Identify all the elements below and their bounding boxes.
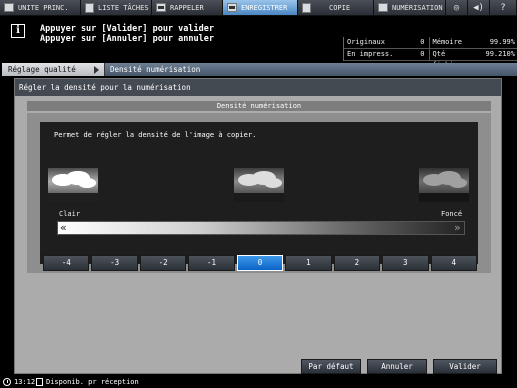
tab-label: ENREGISTRER xyxy=(241,3,288,12)
tab-label: UNITE PRINC. xyxy=(18,3,69,12)
level-button-2[interactable]: 2 xyxy=(333,255,381,271)
level-button-1[interactable]: 1 xyxy=(285,255,332,271)
reception-status: Disponib. pr réception xyxy=(46,378,139,386)
level-button-minus-4[interactable]: -4 xyxy=(43,255,90,271)
status-time: 13:12 xyxy=(14,378,36,386)
tab-unite-princ[interactable]: UNITE PRINC. xyxy=(0,0,81,16)
tab-label: LISTE TÂCHES xyxy=(98,3,149,12)
tab-copie[interactable]: COPIE xyxy=(298,0,374,16)
breadcrumb-arrow-icon xyxy=(94,66,99,74)
density-gradient-bar: « » xyxy=(57,221,465,235)
originals-label: Originaux xyxy=(347,38,385,46)
memory-label: Mémoire xyxy=(432,38,463,46)
dark-label: Foncé xyxy=(441,210,463,218)
light-preview-image xyxy=(48,168,98,202)
level-button-minus-3[interactable]: -3 xyxy=(91,255,138,271)
tab-label: COPIE xyxy=(329,3,351,12)
validate-button[interactable]: Valider xyxy=(433,359,497,374)
status-bar: 13:12 Disponib. pr réception xyxy=(0,376,517,388)
file-quantity-value: 99.210% xyxy=(485,50,515,58)
level-button-0[interactable]: 0 xyxy=(236,255,284,271)
register-icon xyxy=(227,3,237,12)
top-tab-bar: UNITE PRINC. LISTE TÂCHES RAPPELER ENREG… xyxy=(0,0,517,16)
globe-icon: ◎ xyxy=(453,2,460,13)
chevron-left-icon: « xyxy=(60,221,67,234)
tab-rappeler[interactable]: RAPPELER xyxy=(152,0,223,16)
tab-enregistrer[interactable]: ENREGISTRER xyxy=(223,0,298,16)
recall-icon xyxy=(156,3,166,12)
message-area: i Appuyer sur [Valider] pour valider App… xyxy=(0,17,343,63)
message-line-1: Appuyer sur [Valider] pour valider xyxy=(40,24,214,34)
tab-label: RAPPELER xyxy=(170,3,204,12)
cancel-button[interactable]: Annuler xyxy=(367,359,427,374)
message-line-2: Appuyer sur [Annuler] pour annuler xyxy=(40,34,214,44)
breadcrumb: Réglage qualité Densité numérisation xyxy=(0,63,517,77)
file-quantity-label: Qté fichier xyxy=(432,50,463,69)
job-list-icon xyxy=(85,2,94,13)
density-preview-area: Permet de régler la densité de l'image à… xyxy=(40,122,478,264)
volume-button[interactable]: ◀) xyxy=(468,0,490,16)
breadcrumb-parent[interactable]: Réglage qualité xyxy=(2,63,104,76)
chevron-right-icon: » xyxy=(454,221,461,234)
panel-title: Régler la densité pour la numérisation xyxy=(15,79,501,96)
help-icon: ? xyxy=(500,2,506,13)
copy-icon xyxy=(302,2,311,13)
tab-liste-taches[interactable]: LISTE TÂCHES xyxy=(81,0,152,16)
fax-reception-icon xyxy=(36,378,43,386)
originals-value: 0 xyxy=(403,37,430,48)
tab-label: NUMÉRISATION xyxy=(392,3,443,12)
breadcrumb-current: Densité numérisation xyxy=(104,63,517,76)
default-button[interactable]: Par défaut xyxy=(301,359,361,374)
density-settings-area: Permet de régler la densité de l'image à… xyxy=(27,113,491,273)
level-button-3[interactable]: 3 xyxy=(382,255,429,271)
speaker-icon: ◀) xyxy=(473,2,484,13)
printing-value: 0 xyxy=(403,49,430,60)
tab-numerisation[interactable]: NUMÉRISATION xyxy=(374,0,446,16)
info-icon: i xyxy=(11,24,25,38)
density-panel: Régler la densité pour la numérisation D… xyxy=(14,78,502,374)
clock-icon xyxy=(3,378,11,386)
dark-preview-image xyxy=(419,168,469,202)
description-text: Permet de régler la densité de l'image à… xyxy=(54,131,257,139)
light-label: Clair xyxy=(59,210,81,218)
memory-value: 99.99% xyxy=(489,38,515,46)
level-button-minus-1[interactable]: -1 xyxy=(188,255,235,271)
printing-label: En impress. xyxy=(347,50,394,58)
level-button-4[interactable]: 4 xyxy=(430,255,477,271)
level-button-minus-2[interactable]: -2 xyxy=(139,255,187,271)
normal-preview-image xyxy=(234,168,284,202)
counter-panel: Originaux 0 Mémoire 99.99% En impress. 0… xyxy=(343,37,517,69)
scan-icon xyxy=(378,3,388,12)
machine-icon xyxy=(4,3,14,12)
network-status-button[interactable]: ◎ xyxy=(446,0,468,16)
section-title: Densité numérisation xyxy=(27,101,491,111)
help-button[interactable]: ? xyxy=(490,0,517,16)
density-level-selector: -4 -3 -2 -1 0 1 2 3 4 xyxy=(43,255,477,271)
